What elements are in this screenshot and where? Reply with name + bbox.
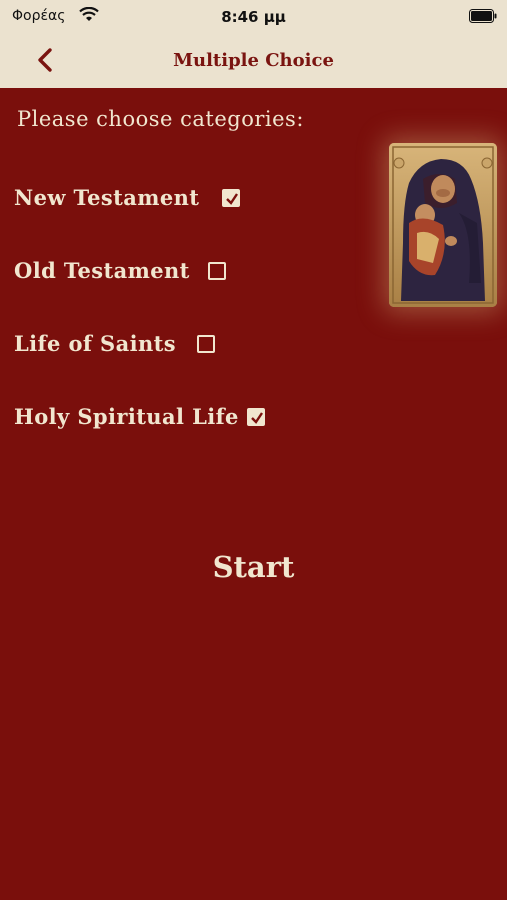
navigation-bar: Multiple Choice xyxy=(0,34,507,88)
category-label: New Testament xyxy=(14,185,200,210)
category-label: Holy Spiritual Life xyxy=(14,404,239,429)
category-row-life-of-saints[interactable]: Life of Saints xyxy=(14,329,215,359)
category-label: Old Testament xyxy=(14,258,190,283)
category-label: Life of Saints xyxy=(14,331,176,356)
category-row-holy-spiritual-life[interactable]: Holy Spiritual Life xyxy=(14,402,265,432)
checkbox-old-testament[interactable] xyxy=(208,262,226,280)
checkbox-new-testament[interactable] xyxy=(222,189,240,207)
checkmark-icon xyxy=(226,193,238,205)
category-row-new-testament[interactable]: New Testament xyxy=(14,183,240,213)
page-title: Multiple Choice xyxy=(173,50,334,71)
virgin-and-child-icon xyxy=(389,143,497,307)
clock: 8:46 μμ xyxy=(221,8,286,26)
checkbox-life-of-saints[interactable] xyxy=(197,335,215,353)
status-bar: Φορέας 8:46 μμ xyxy=(0,0,507,34)
start-button[interactable]: Start xyxy=(0,550,507,584)
checkbox-holy-spiritual-life[interactable] xyxy=(247,408,265,426)
religious-icon-image xyxy=(389,143,497,307)
checkmark-icon xyxy=(251,412,263,424)
category-row-old-testament[interactable]: Old Testament xyxy=(14,256,226,286)
battery-icon xyxy=(469,9,497,23)
instruction-text: Please choose categories: xyxy=(17,107,304,131)
